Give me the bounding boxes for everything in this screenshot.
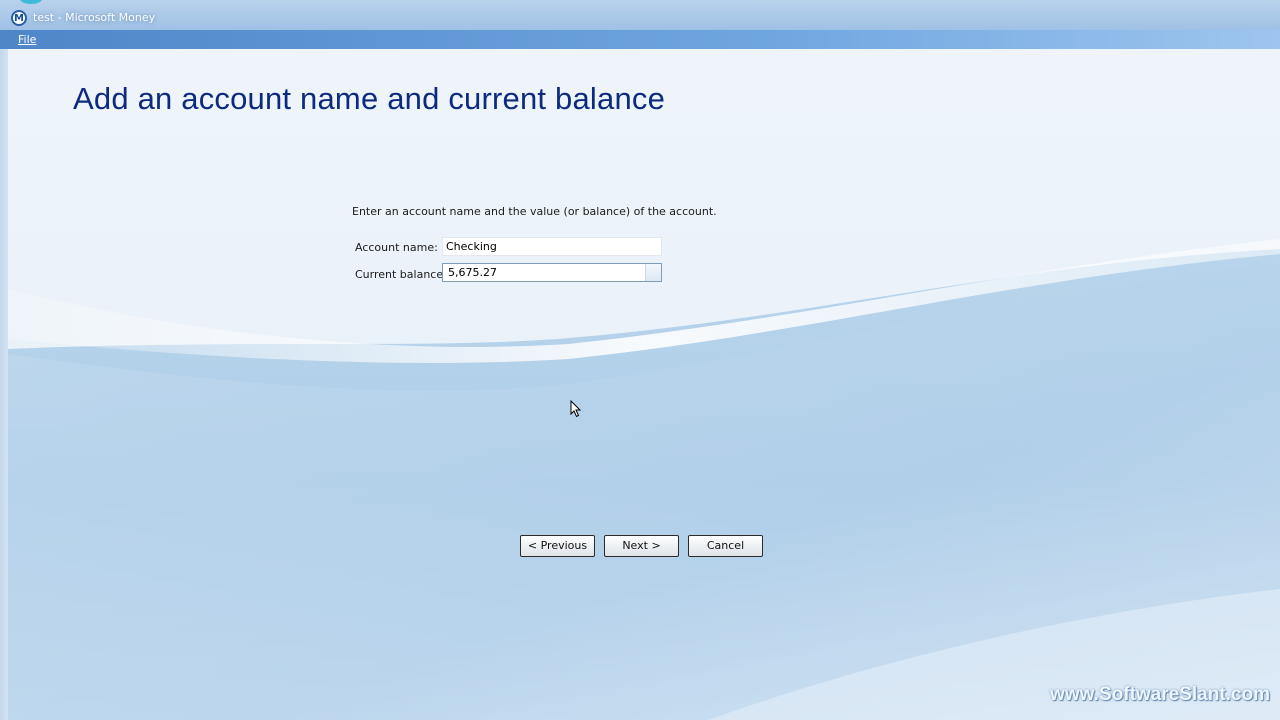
current-balance-label: Current balance: [355, 268, 447, 281]
previous-button[interactable]: < Previous [520, 535, 595, 557]
app-window: M test - Microsoft Money File Add an acc… [0, 0, 1280, 720]
menu-bar: File [0, 30, 1280, 49]
money-app-icon[interactable]: M [11, 10, 27, 26]
next-button[interactable]: Next > [604, 535, 679, 557]
page-title: Add an account name and current balance [73, 81, 666, 116]
account-name-field[interactable]: Checking [442, 237, 662, 256]
menu-file[interactable]: File [18, 33, 36, 46]
instruction-text: Enter an account name and the value (or … [352, 205, 717, 218]
window-accent [20, 0, 42, 4]
window-left-border [0, 49, 8, 720]
content-area [8, 49, 1280, 720]
background-wave [8, 239, 1280, 720]
mouse-cursor-icon [570, 400, 582, 418]
current-balance-value: 5,675.27 [448, 266, 497, 279]
account-name-label: Account name: [355, 241, 438, 254]
cancel-button[interactable]: Cancel [688, 535, 763, 557]
current-balance-field[interactable]: 5,675.27 [442, 263, 662, 282]
watermark: www.SoftwareSlant.com [1050, 684, 1270, 705]
window-title: test - Microsoft Money [33, 11, 156, 24]
title-bar[interactable]: M test - Microsoft Money [0, 0, 1280, 30]
calculator-dropdown-button[interactable] [645, 264, 661, 281]
